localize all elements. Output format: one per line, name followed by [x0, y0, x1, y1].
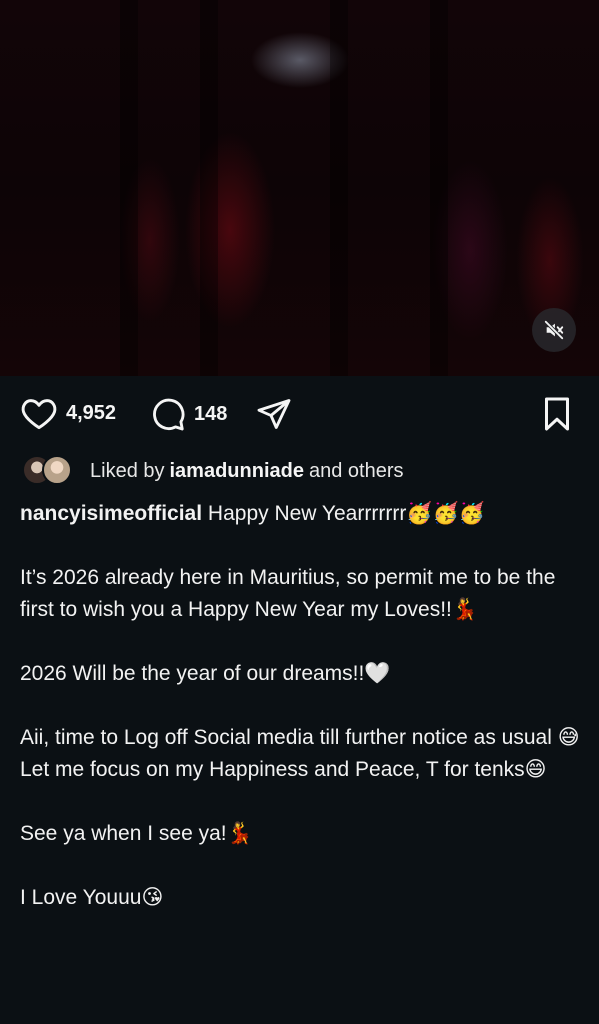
liked-by-avatars [22, 454, 82, 488]
post-action-bar: 4,952 148 [0, 376, 599, 446]
caption-paragraph: Aii, time to Log off Social media till f… [20, 726, 580, 749]
liked-by-prefix: Liked by [90, 459, 165, 482]
caption-username[interactable]: nancyisimeofficial [20, 502, 202, 525]
comment-bubble-icon [153, 398, 185, 431]
caption-paragraph: I Love Youuu😘 [20, 886, 164, 909]
caption-paragraph: 2026 Will be the year of our dreams!!🤍 [20, 662, 391, 685]
like-button[interactable]: 4,952 [20, 396, 116, 430]
post-video[interactable] [0, 0, 599, 376]
video-frame-detail [120, 0, 138, 376]
comment-count: 148 [194, 402, 228, 425]
caption-paragraph: It’s 2026 already here in Mauritius, so … [20, 566, 556, 621]
video-frame-detail [330, 0, 348, 376]
speaker-muted-icon [544, 320, 564, 340]
comment-button[interactable]: 148 [150, 396, 227, 432]
caption-paragraph: Let me focus on my Happiness and Peace, … [20, 758, 547, 781]
liked-by-suffix: and others [308, 459, 404, 482]
heart-icon [21, 399, 57, 430]
save-button[interactable] [540, 396, 574, 432]
share-button[interactable] [256, 396, 292, 432]
caption-first-line: nancyisimeofficial Happy New Yearrrrrrr🥳… [20, 498, 580, 530]
caption-paragraph: See ya when I see ya!💃 [20, 822, 253, 845]
liked-by-row[interactable]: Liked by iamadunniade and others [22, 454, 582, 488]
mute-button[interactable] [532, 308, 576, 352]
post-caption: nancyisimeofficial Happy New Yearrrrrrr🥳… [20, 498, 580, 914]
paper-plane-icon [257, 399, 291, 429]
avatar [42, 455, 72, 485]
video-frame-detail [430, 0, 448, 376]
liked-by-username[interactable]: iamadunniade [170, 460, 304, 483]
video-frame-detail [200, 0, 218, 376]
like-count: 4,952 [66, 401, 117, 424]
bookmark-icon [545, 397, 569, 431]
caption-text: Happy New Yearrrrrrr🥳🥳🥳 [207, 502, 485, 525]
